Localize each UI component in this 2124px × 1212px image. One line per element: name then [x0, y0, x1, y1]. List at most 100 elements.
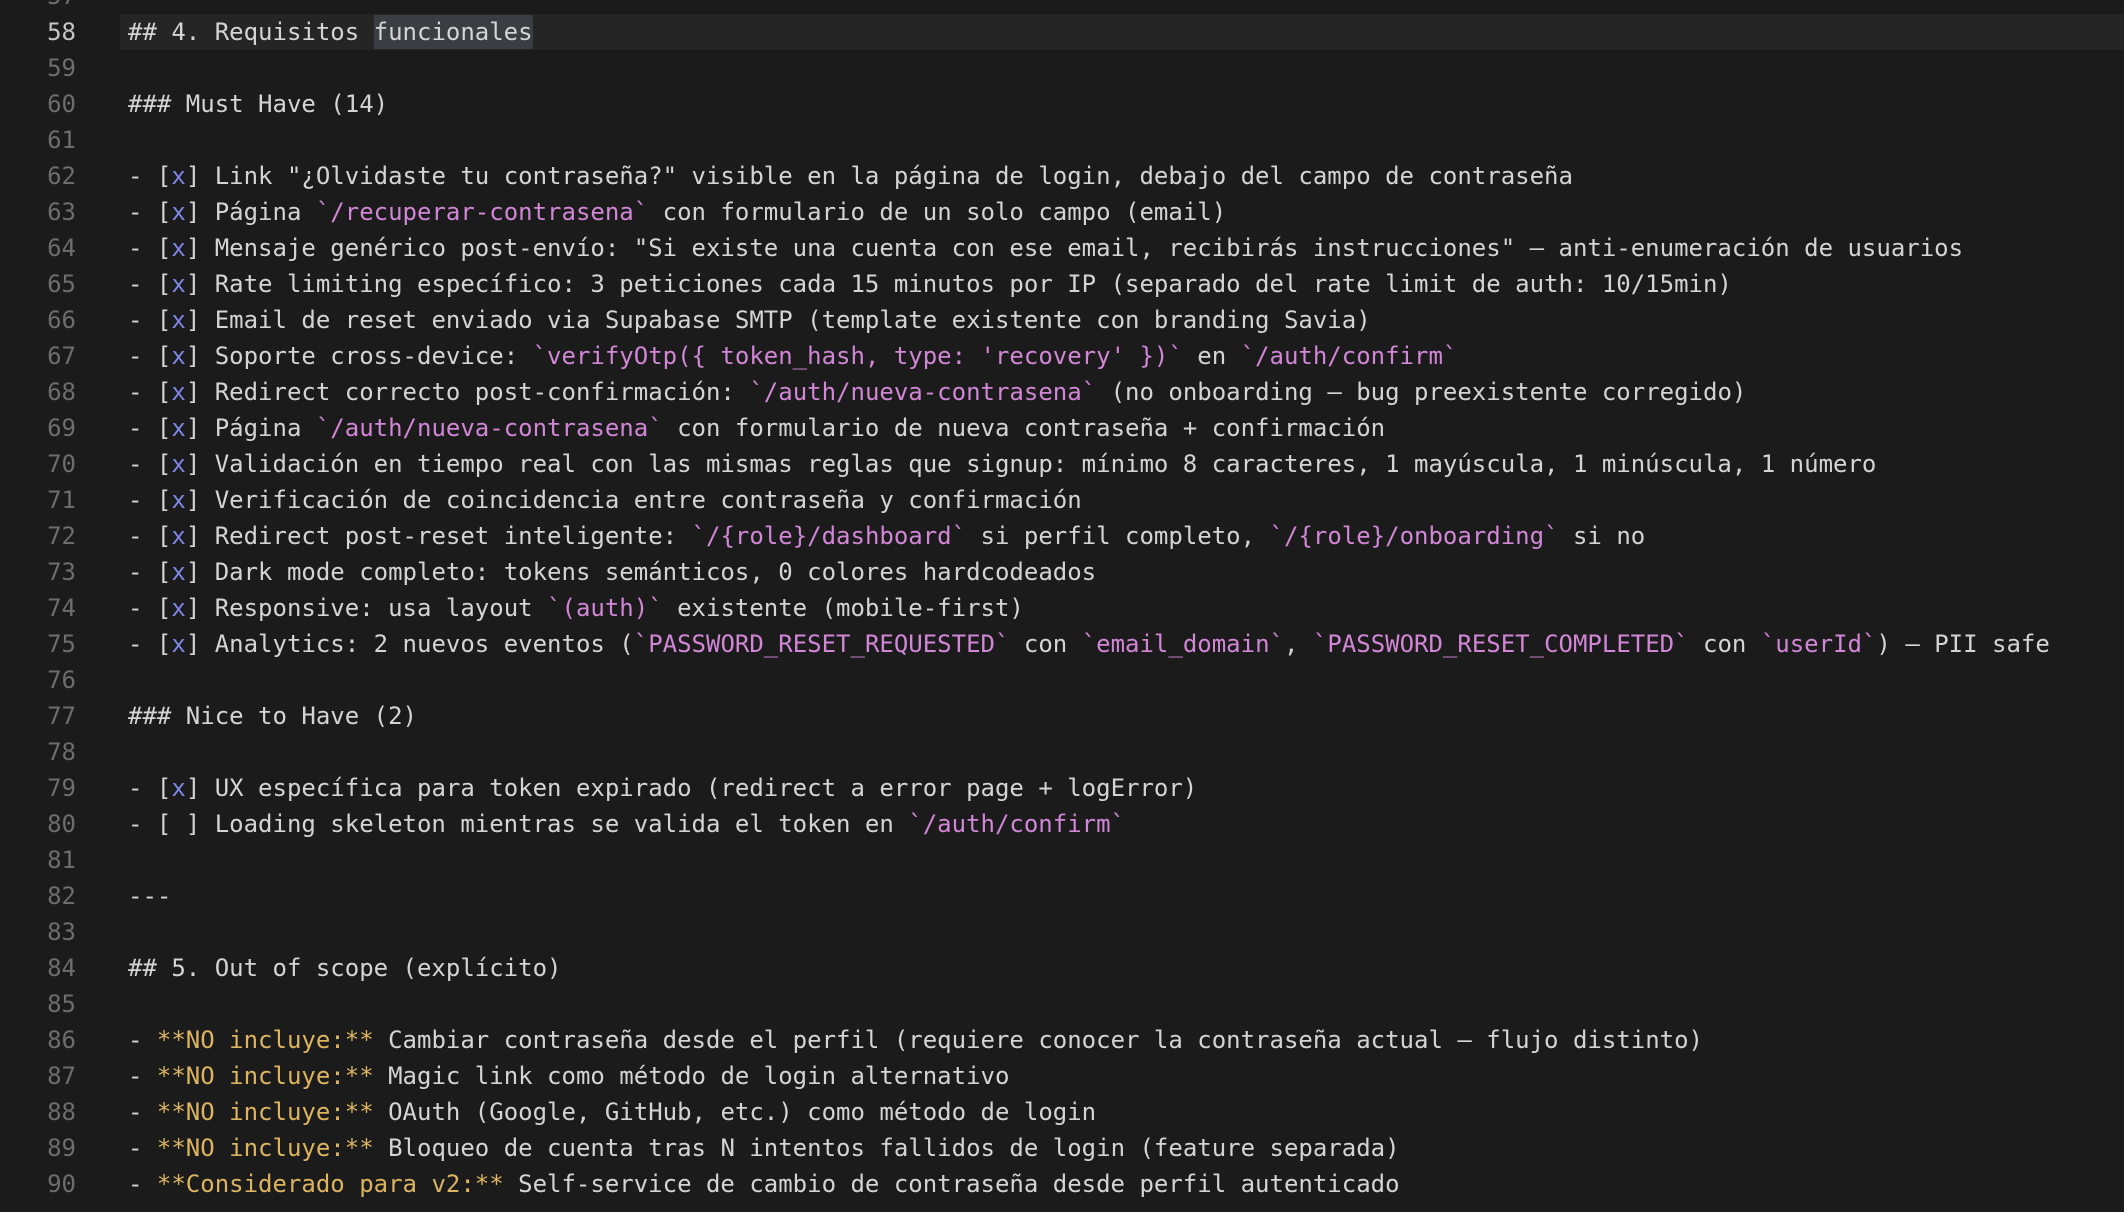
line-number[interactable]: 64: [0, 230, 76, 266]
line-number[interactable]: 87: [0, 1058, 76, 1094]
code-line[interactable]: 89 - **NO incluye:** Bloqueo de cuenta tr…: [0, 1130, 2124, 1166]
line-number[interactable]: 69: [0, 410, 76, 446]
code-line[interactable]: 67 - [x] Soporte cross-device: `verifyOtp…: [0, 338, 2124, 374]
line-content[interactable]: - [x] Validación en tiempo real con las …: [120, 446, 2124, 482]
line-number[interactable]: 86: [0, 1022, 76, 1058]
line-content[interactable]: - [x] Responsive: usa layout `(auth)` ex…: [120, 590, 2124, 626]
line-content[interactable]: ## 5. Out of scope (explícito): [120, 950, 2124, 986]
line-number[interactable]: 78: [0, 734, 76, 770]
line-content[interactable]: - [x] Redirect correcto post-confirmació…: [120, 374, 2124, 410]
code-line[interactable]: 90 - **Considerado para v2:** Self-servic…: [0, 1166, 2124, 1202]
line-content[interactable]: - [x] Mensaje genérico post-envío: "Si e…: [120, 230, 2124, 266]
code-line[interactable]: 84 ## 5. Out of scope (explícito): [0, 950, 2124, 986]
line-number[interactable]: 57: [0, 0, 76, 14]
code-line[interactable]: 79 - [x] UX específica para token expirad…: [0, 770, 2124, 806]
code-line[interactable]: 75 - [x] Analytics: 2 nuevos eventos (`PA…: [0, 626, 2124, 662]
code-line[interactable]: 88 - **NO incluye:** OAuth (Google, GitHu…: [0, 1094, 2124, 1130]
line-number[interactable]: 77: [0, 698, 76, 734]
line-content[interactable]: - [x] Link "¿Olvidaste tu contraseña?" v…: [120, 158, 2124, 194]
code-line[interactable]: 74 - [x] Responsive: usa layout `(auth)` …: [0, 590, 2124, 626]
line-number[interactable]: 89: [0, 1130, 76, 1166]
code-line[interactable]: 71 - [x] Verificación de coincidencia ent…: [0, 482, 2124, 518]
code-line[interactable]: 73 - [x] Dark mode completo: tokens semán…: [0, 554, 2124, 590]
line-number[interactable]: 72: [0, 518, 76, 554]
line-content[interactable]: - [ ] Loading skeleton mientras se valid…: [120, 806, 2124, 842]
line-content[interactable]: - [x] Página `/recuperar-contrasena` con…: [120, 194, 2124, 230]
line-content[interactable]: ### Must Have (14): [120, 86, 2124, 122]
line-number[interactable]: 88: [0, 1094, 76, 1130]
line-content[interactable]: [120, 662, 2124, 698]
line-number[interactable]: 90: [0, 1166, 76, 1202]
line-number[interactable]: 76: [0, 662, 76, 698]
line-number[interactable]: 65: [0, 266, 76, 302]
line-content[interactable]: ---: [120, 878, 2124, 914]
code-line[interactable]: 80 - [ ] Loading skeleton mientras se val…: [0, 806, 2124, 842]
line-number[interactable]: 74: [0, 590, 76, 626]
line-content[interactable]: [120, 734, 2124, 770]
line-number[interactable]: 66: [0, 302, 76, 338]
line-content[interactable]: [120, 842, 2124, 878]
code-line[interactable]: 69 - [x] Página `/auth/nueva-contrasena` …: [0, 410, 2124, 446]
line-content[interactable]: - [x] Verificación de coincidencia entre…: [120, 482, 2124, 518]
line-number[interactable]: 71: [0, 482, 76, 518]
code-line[interactable]: 85: [0, 986, 2124, 1022]
line-content[interactable]: ### Nice to Have (2): [120, 698, 2124, 734]
line-content[interactable]: [120, 914, 2124, 950]
line-content[interactable]: [120, 986, 2124, 1022]
line-content[interactable]: - [x] Dark mode completo: tokens semánti…: [120, 554, 2124, 590]
line-number[interactable]: 75: [0, 626, 76, 662]
code-line[interactable]: 83: [0, 914, 2124, 950]
line-content[interactable]: - [x] UX específica para token expirado …: [120, 770, 2124, 806]
code-line[interactable]: 57: [0, 0, 2124, 14]
line-number[interactable]: 82: [0, 878, 76, 914]
line-content[interactable]: - [x] Redirect post-reset inteligente: `…: [120, 518, 2124, 554]
line-content[interactable]: - **NO incluye:** Bloqueo de cuenta tras…: [120, 1130, 2124, 1166]
line-number[interactable]: 68: [0, 374, 76, 410]
line-number[interactable]: 63: [0, 194, 76, 230]
line-content[interactable]: [120, 122, 2124, 158]
line-content[interactable]: - [x] Analytics: 2 nuevos eventos (`PASS…: [120, 626, 2124, 662]
code-line[interactable]: 77 ### Nice to Have (2): [0, 698, 2124, 734]
line-number[interactable]: 62: [0, 158, 76, 194]
line-content[interactable]: - **Considerado para v2:** Self-service …: [120, 1166, 2124, 1202]
line-number[interactable]: 83: [0, 914, 76, 950]
line-content[interactable]: [120, 50, 2124, 86]
line-number[interactable]: 84: [0, 950, 76, 986]
code-line[interactable]: 76: [0, 662, 2124, 698]
line-number[interactable]: 73: [0, 554, 76, 590]
line-number[interactable]: 58: [0, 14, 76, 50]
line-content[interactable]: - **NO incluye:** Magic link como método…: [120, 1058, 2124, 1094]
line-number[interactable]: 61: [0, 122, 76, 158]
code-editor[interactable]: 5758 ## 4. Requisitos funcionales 5960### …: [0, 0, 2124, 1212]
line-number[interactable]: 81: [0, 842, 76, 878]
code-line-active[interactable]: 58 ## 4. Requisitos funcionales: [0, 14, 2124, 50]
code-line[interactable]: 70 - [x] Validación en tiempo real con la…: [0, 446, 2124, 482]
code-line[interactable]: 72 - [x] Redirect post-reset inteligente:…: [0, 518, 2124, 554]
line-content[interactable]: ## 4. Requisitos funcionales: [120, 14, 2124, 50]
line-content[interactable]: - [x] Email de reset enviado via Supabas…: [120, 302, 2124, 338]
line-number[interactable]: 67: [0, 338, 76, 374]
code-line[interactable]: 61: [0, 122, 2124, 158]
code-line[interactable]: 87 - **NO incluye:** Magic link como méto…: [0, 1058, 2124, 1094]
line-content[interactable]: - [x] Soporte cross-device: `verifyOtp({…: [120, 338, 2124, 374]
line-number[interactable]: 80: [0, 806, 76, 842]
line-content[interactable]: [120, 0, 2124, 14]
line-number[interactable]: 70: [0, 446, 76, 482]
line-number[interactable]: 79: [0, 770, 76, 806]
line-content[interactable]: - **NO incluye:** Cambiar contraseña des…: [120, 1022, 2124, 1058]
code-line[interactable]: 59: [0, 50, 2124, 86]
line-number[interactable]: 59: [0, 50, 76, 86]
code-line[interactable]: 68 - [x] Redirect correcto post-confirmac…: [0, 374, 2124, 410]
line-content[interactable]: - [x] Página `/auth/nueva-contrasena` co…: [120, 410, 2124, 446]
code-line[interactable]: 63 - [x] Página `/recuperar-contrasena` c…: [0, 194, 2124, 230]
code-line[interactable]: 62 - [x] Link "¿Olvidaste tu contraseña?"…: [0, 158, 2124, 194]
line-content[interactable]: - **NO incluye:** OAuth (Google, GitHub,…: [120, 1094, 2124, 1130]
code-line[interactable]: 86 - **NO incluye:** Cambiar contraseña d…: [0, 1022, 2124, 1058]
line-content[interactable]: - [x] Rate limiting específico: 3 petici…: [120, 266, 2124, 302]
code-line[interactable]: 78: [0, 734, 2124, 770]
code-line[interactable]: 60### Must Have (14): [0, 86, 2124, 122]
code-line[interactable]: 65 - [x] Rate limiting específico: 3 peti…: [0, 266, 2124, 302]
code-line[interactable]: 81: [0, 842, 2124, 878]
code-line[interactable]: 82 ---: [0, 878, 2124, 914]
line-number[interactable]: 85: [0, 986, 76, 1022]
